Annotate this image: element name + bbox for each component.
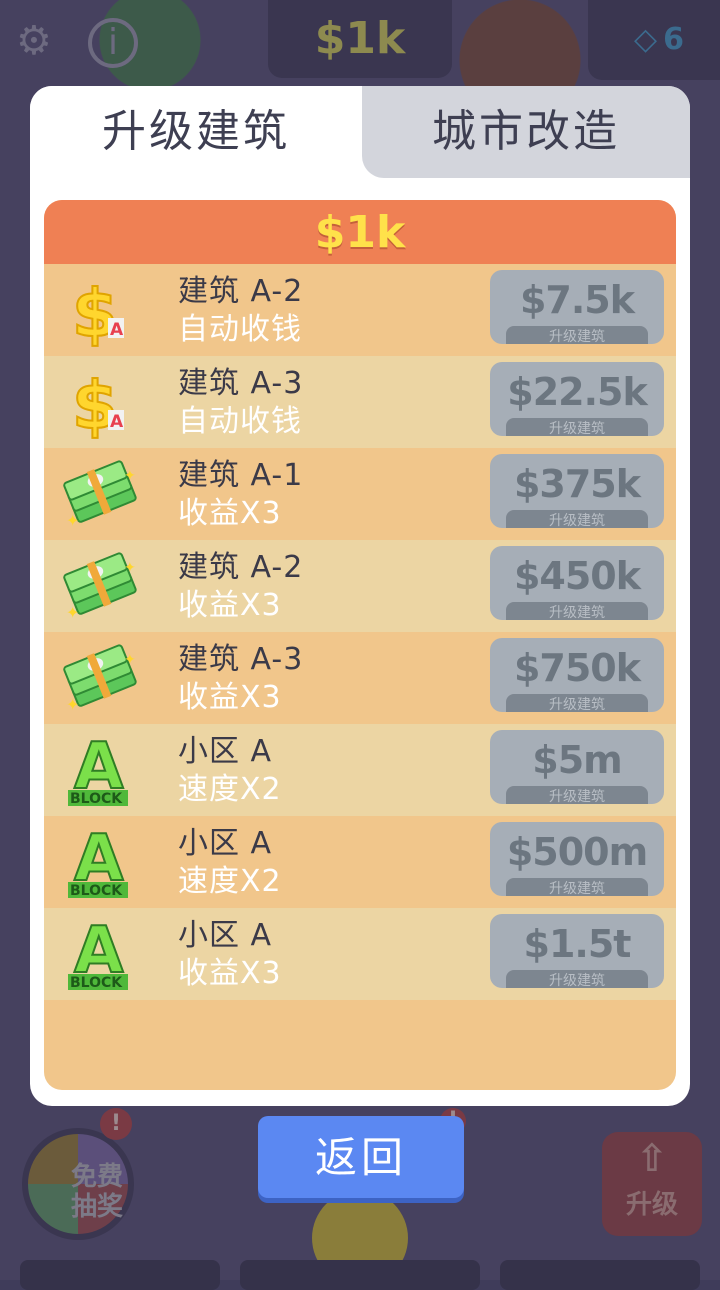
svg-text:✦: ✦ (66, 511, 79, 530)
upgrade-button-label: 升级建筑 (506, 602, 648, 620)
cash-stack-icon: ✦ ✦ (62, 454, 142, 534)
upgrade-button-label: 升级建筑 (506, 786, 648, 804)
upgrade-effect: 收益X3 (178, 680, 282, 715)
upgrade-button-label: 升级建筑 (506, 418, 648, 436)
upgrade-title: 小区 A (178, 918, 273, 953)
upgrade-list-panel: $1k $ A 建筑 A-2 自动收钱 $7.5k 升级建筑 $ A 建筑 A-3 自动收钱 $22… (44, 200, 676, 1090)
upgrade-row: ✦ ✦ 建筑 A-1 收益X3 $375k 升级建筑 (44, 448, 676, 540)
settings-gear-icon[interactable]: ⚙ (16, 18, 52, 64)
svg-text:✦: ✦ (124, 560, 136, 576)
upgrade-price: $5m (532, 738, 622, 782)
svg-text:A: A (110, 320, 124, 340)
upgrade-price: $22.5k (507, 370, 647, 414)
upgrade-title: 小区 A (178, 826, 273, 861)
upgrade-modal: 升级建筑 城市改造 $1k $ A 建筑 A-2 自动收钱 $7.5k 升级建筑 $ A 建筑 … (30, 86, 690, 1106)
upgrade-price-button[interactable]: $500m 升级建筑 (490, 822, 664, 896)
upgrade-price-button[interactable]: $750k 升级建筑 (490, 638, 664, 712)
upgrade-button-label: 升级建筑 (506, 878, 648, 896)
upgrade-row: A BLOCK 小区 A 速度X2 $5m 升级建筑 (44, 724, 676, 816)
upgrade-title: 建筑 A-3 (178, 642, 304, 677)
upgrade-price: $500m (506, 830, 648, 874)
info-icon[interactable]: i (88, 18, 138, 68)
diamond-icon: ◇ (634, 22, 658, 57)
svg-text:BLOCK: BLOCK (70, 791, 123, 807)
tab-upgrade-buildings[interactable]: 升级建筑 (30, 86, 362, 178)
back-button[interactable]: 返回 (258, 1116, 464, 1198)
svg-text:BLOCK: BLOCK (70, 975, 123, 991)
upgrade-row: A BLOCK 小区 A 收益X3 $1.5t 升级建筑 (44, 908, 676, 1000)
upgrade-effect: 速度X2 (178, 864, 282, 899)
upgrade-row: $ A 建筑 A-2 自动收钱 $7.5k 升级建筑 (44, 264, 676, 356)
upgrade-effect: 收益X3 (178, 956, 282, 991)
cash-stack-icon: ✦ ✦ (62, 638, 142, 718)
svg-text:BLOCK: BLOCK (70, 883, 123, 899)
upgrade-price: $450k (513, 554, 641, 598)
upgrade-row: ✦ ✦ 建筑 A-3 收益X3 $750k 升级建筑 (44, 632, 676, 724)
alert-badge: ! (100, 1108, 132, 1140)
upgrade-price: $750k (513, 646, 641, 690)
gem-count: 6 (663, 22, 684, 57)
a-block-icon: A BLOCK (62, 729, 142, 810)
svg-text:A: A (110, 412, 124, 432)
upgrade-effect: 收益X3 (178, 588, 282, 623)
upgrade-price-button[interactable]: $1.5t 升级建筑 (490, 914, 664, 988)
upgrade-button-label: 升级建筑 (506, 510, 648, 528)
upgrade-title: 建筑 A-2 (178, 274, 304, 309)
upgrade-title: 小区 A (178, 734, 273, 769)
upgrade-price-button[interactable]: $5m 升级建筑 (490, 730, 664, 804)
upgrade-title: 建筑 A-2 (178, 550, 304, 585)
svg-text:✦: ✦ (124, 468, 136, 484)
bottom-tab-1[interactable] (20, 1260, 220, 1290)
upgrade-row: A BLOCK 小区 A 速度X2 $500m 升级建筑 (44, 816, 676, 908)
hud-gem-counter: ◇ 6 (588, 0, 720, 80)
upgrade-effect: 速度X2 (178, 772, 282, 807)
upgrade-price: $7.5k (519, 278, 635, 322)
upgrade-title: 建筑 A-3 (178, 366, 304, 401)
up-arrow-icon: ⇧ (636, 1136, 668, 1180)
upgrade-button-label: 升级建筑 (506, 326, 648, 344)
bottom-tab-3[interactable] (500, 1260, 700, 1290)
upgrade-effect: 收益X3 (178, 496, 282, 531)
upgrade-effect: 自动收钱 (178, 404, 302, 439)
upgrade-shortcut-button[interactable]: ⇧ 升级 (602, 1132, 702, 1236)
upgrade-button-label: 升级建筑 (506, 694, 648, 712)
upgrade-price-button[interactable]: $375k 升级建筑 (490, 454, 664, 528)
upgrade-price-button[interactable]: $450k 升级建筑 (490, 546, 664, 620)
dollar-a-icon: $ A (62, 270, 142, 353)
cash-stack-icon: ✦ ✦ (62, 546, 142, 626)
svg-text:✦: ✦ (66, 695, 79, 714)
free-draw-label: 免费抽奖 (70, 1162, 123, 1222)
upgrade-price: $375k (513, 462, 641, 506)
upgrade-effect: 自动收钱 (178, 312, 302, 347)
hud-money-display: $1k (268, 0, 452, 78)
upgrade-shortcut-label: 升级 (625, 1190, 678, 1220)
a-block-icon: A BLOCK (62, 821, 142, 902)
bottom-tab-2[interactable] (240, 1260, 480, 1290)
dollar-a-icon: $ A (62, 362, 142, 445)
upgrade-row: $ A 建筑 A-3 自动收钱 $22.5k 升级建筑 (44, 356, 676, 448)
svg-text:✦: ✦ (124, 652, 136, 668)
upgrade-price: $1.5t (523, 922, 632, 966)
tab-city-renovation[interactable]: 城市改造 (362, 86, 690, 178)
upgrade-button-label: 升级建筑 (506, 970, 648, 988)
svg-text:✦: ✦ (66, 603, 79, 622)
upgrade-price-button[interactable]: $22.5k 升级建筑 (490, 362, 664, 436)
upgrade-row: ✦ ✦ 建筑 A-2 收益X3 $450k 升级建筑 (44, 540, 676, 632)
upgrade-price-button[interactable]: $7.5k 升级建筑 (490, 270, 664, 344)
a-block-icon: A BLOCK (62, 913, 142, 994)
upgrade-title: 建筑 A-1 (178, 458, 304, 493)
panel-money-header: $1k (44, 200, 676, 264)
